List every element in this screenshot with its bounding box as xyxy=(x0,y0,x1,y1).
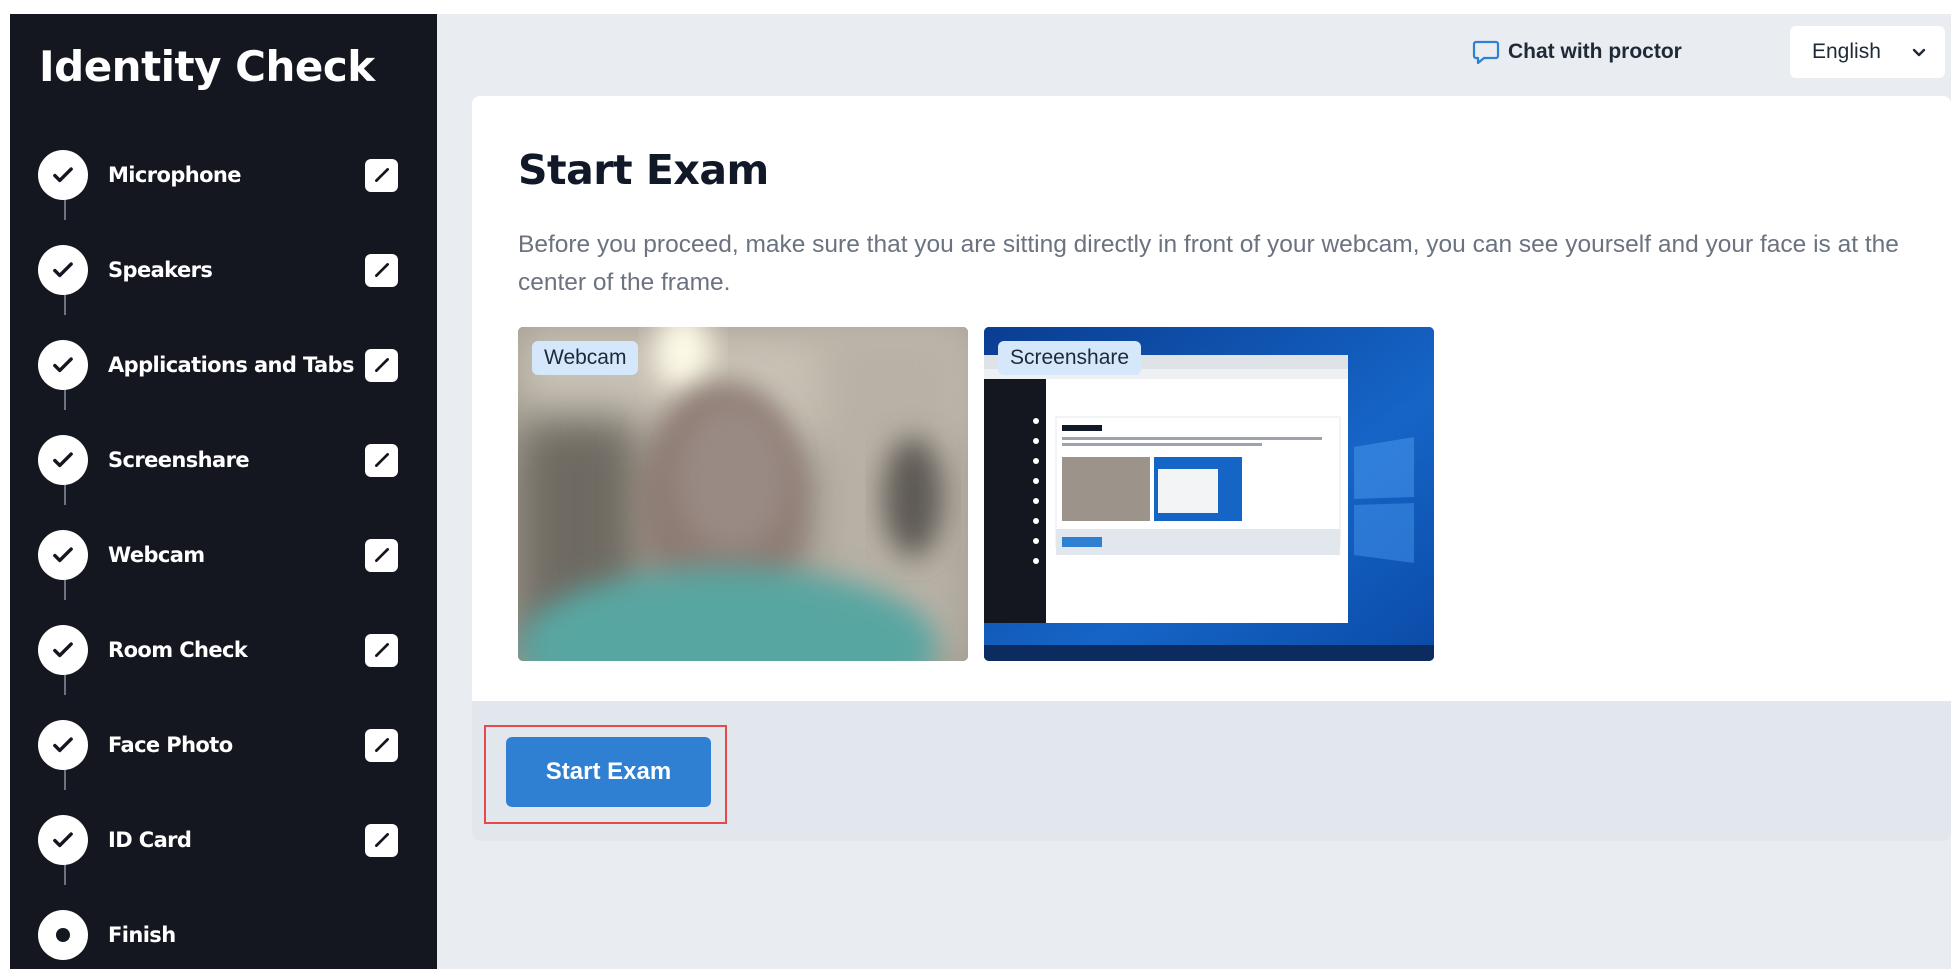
start-exam-button[interactable]: Start Exam xyxy=(506,737,711,807)
edit-icon[interactable] xyxy=(365,538,398,572)
app-window: Identity Check Microphone Speakers Appli… xyxy=(10,14,1951,969)
page-title: Start Exam xyxy=(518,146,769,194)
step-label: Screenshare xyxy=(108,448,250,472)
step-label: ID Card xyxy=(108,828,192,852)
step-label: Speakers xyxy=(108,258,213,282)
step-applications-and-tabs: Applications and Tabs xyxy=(38,338,418,392)
edit-icon[interactable] xyxy=(365,443,398,477)
start-exam-card: Start Exam Before you proceed, make sure… xyxy=(472,96,1951,841)
check-icon xyxy=(38,435,88,485)
current-step-icon xyxy=(38,910,88,960)
step-finish: Finish xyxy=(38,908,418,962)
step-id-card: ID Card xyxy=(38,813,418,867)
edit-icon[interactable] xyxy=(365,253,398,287)
screenshare-preview: Screenshare xyxy=(984,327,1434,661)
edit-icon[interactable] xyxy=(365,728,398,762)
language-select[interactable]: English xyxy=(1790,26,1945,78)
edit-icon[interactable] xyxy=(365,348,398,382)
check-icon xyxy=(38,245,88,295)
current-dot xyxy=(56,928,70,942)
step-face-photo: Face Photo xyxy=(38,718,418,772)
step-speakers: Speakers xyxy=(38,243,418,297)
card-footer: Start Exam xyxy=(472,701,1951,841)
step-label: Room Check xyxy=(108,638,248,662)
step-label: Applications and Tabs xyxy=(108,353,355,377)
chevron-down-icon xyxy=(1912,48,1926,57)
edit-icon[interactable] xyxy=(365,158,398,192)
webcam-badge: Webcam xyxy=(532,341,639,375)
check-icon xyxy=(38,815,88,865)
instructions-text: Before you proceed, make sure that you a… xyxy=(518,231,1899,296)
step-list: Microphone Speakers Applications and Tab… xyxy=(10,14,437,969)
check-icon xyxy=(38,625,88,675)
step-label: Face Photo xyxy=(108,733,233,757)
language-value: English xyxy=(1812,40,1881,63)
chat-bubble-icon xyxy=(1472,40,1500,65)
screenshare-badge: Screenshare xyxy=(998,341,1142,375)
check-icon xyxy=(38,150,88,200)
step-room-check: Room Check xyxy=(38,623,418,677)
step-label: Microphone xyxy=(108,163,242,187)
sidebar: Identity Check Microphone Speakers Appli… xyxy=(10,14,437,969)
webcam-feed-image xyxy=(518,327,968,661)
webcam-preview: Webcam xyxy=(518,327,968,661)
step-label: Webcam xyxy=(108,543,205,567)
check-icon xyxy=(38,340,88,390)
check-icon xyxy=(38,530,88,580)
chat-with-proctor-link[interactable]: Chat with proctor xyxy=(1472,36,1682,68)
edit-icon[interactable] xyxy=(365,823,398,857)
screenshare-feed-image xyxy=(984,327,1434,661)
edit-icon[interactable] xyxy=(365,633,398,667)
check-icon xyxy=(38,720,88,770)
step-microphone: Microphone xyxy=(38,148,418,202)
step-webcam: Webcam xyxy=(38,528,418,582)
step-screenshare: Screenshare xyxy=(38,433,418,487)
step-label: Finish xyxy=(108,923,176,947)
chat-with-proctor-label: Chat with proctor xyxy=(1508,40,1682,63)
